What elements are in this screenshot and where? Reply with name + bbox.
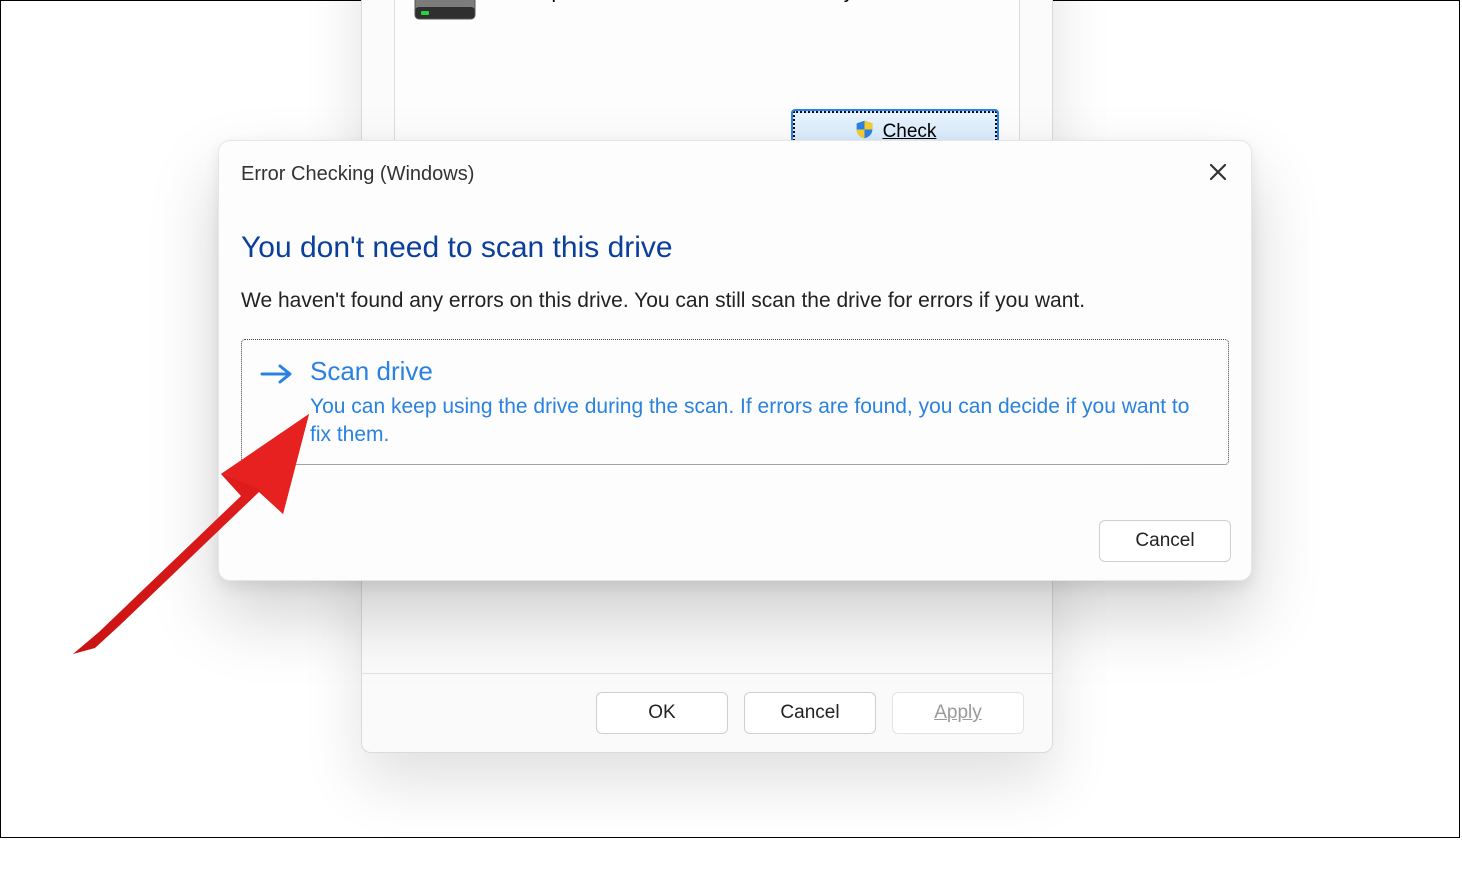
dialog-heading: You don't need to scan this drive <box>241 231 1229 265</box>
properties-footer: OK Cancel Apply <box>362 673 1052 752</box>
error-checking-dialog: Error Checking (Windows) You don't need … <box>218 140 1252 581</box>
scan-drive-title: Scan drive <box>310 356 1210 387</box>
apply-button: Apply <box>892 692 1024 734</box>
close-button[interactable] <box>1201 155 1235 189</box>
dialog-title: Error Checking (Windows) <box>241 163 474 186</box>
screenshot-frame: This option will check the drive for fil… <box>0 0 1460 838</box>
hard-drive-icon <box>413 0 477 30</box>
scan-drive-command-link[interactable]: Scan drive You can keep using the drive … <box>241 339 1229 465</box>
error-check-description: This option will check the drive for fil… <box>497 0 961 5</box>
dialog-description: We haven't found any errors on this driv… <box>241 289 1229 313</box>
scan-drive-subtitle: You can keep using the drive during the … <box>310 393 1210 450</box>
dialog-cancel-button[interactable]: Cancel <box>1099 520 1231 562</box>
ok-button[interactable]: OK <box>596 692 728 734</box>
close-icon <box>1209 163 1227 181</box>
arrow-right-icon <box>260 362 294 450</box>
cancel-button[interactable]: Cancel <box>744 692 876 734</box>
